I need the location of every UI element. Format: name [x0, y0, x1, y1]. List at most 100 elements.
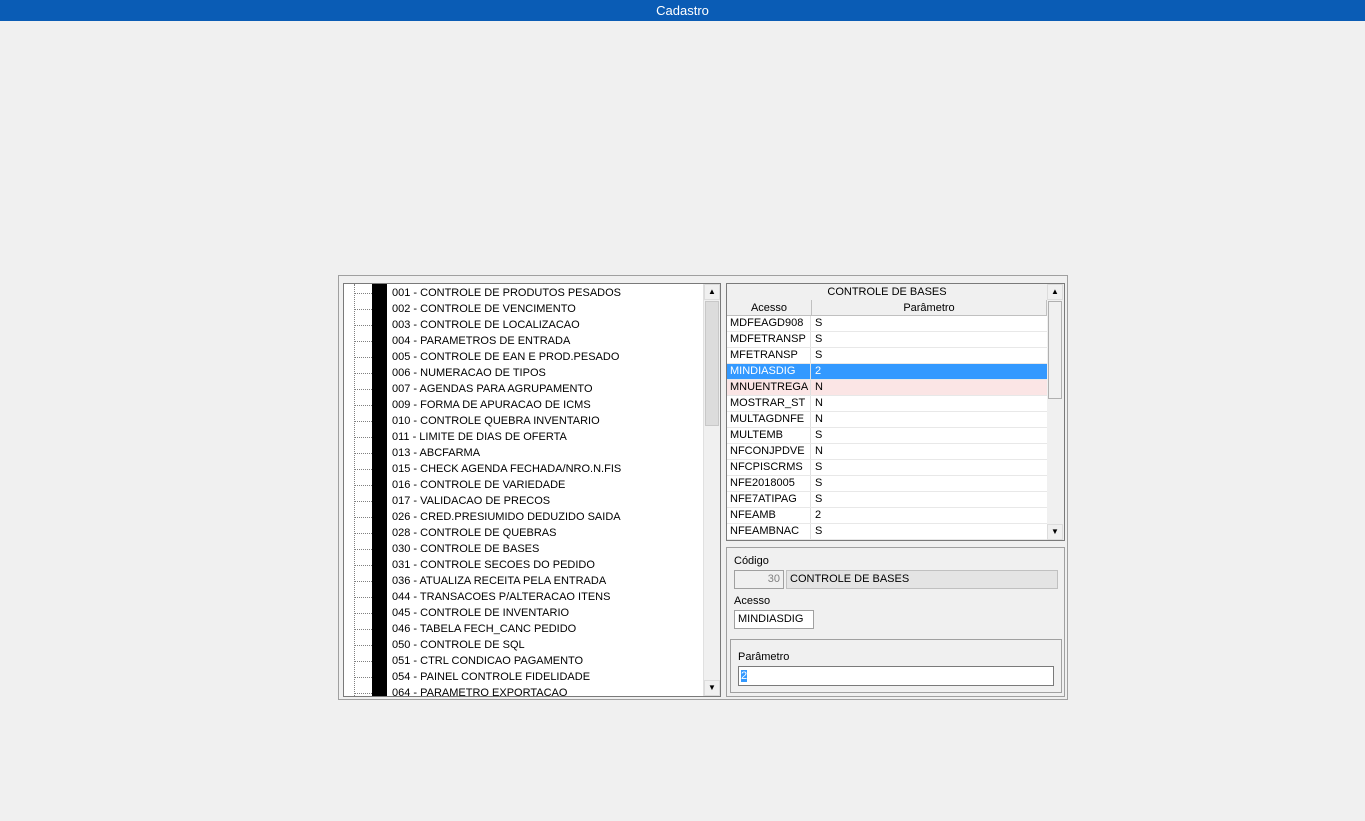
- cell-parametro: S: [815, 493, 823, 505]
- tree-item-label: 005 - CONTROLE DE EAN E PROD.PESADO: [392, 351, 620, 363]
- tree-item[interactable]: 036 - ATUALIZA RECEITA PELA ENTRADA: [344, 573, 704, 589]
- tree-connector: [354, 565, 372, 566]
- tree-item-label: 003 - CONTROLE DE LOCALIZACAO: [392, 319, 580, 331]
- tree-scrollbar[interactable]: ▲ ▼: [703, 284, 720, 696]
- tree-item[interactable]: 007 - AGENDAS PARA AGRUPAMENTO: [344, 381, 704, 397]
- arrow-down-icon: ▼: [708, 683, 716, 692]
- grid-row[interactable]: MINDIASDIG 2: [727, 364, 1047, 380]
- cell-acesso: MFETRANSP: [730, 348, 811, 363]
- cell-acesso: MDFETRANSP: [730, 332, 811, 347]
- cell-parametro: 2: [815, 509, 822, 521]
- cell-acesso: MULTEMB: [730, 428, 811, 443]
- grid-row[interactable]: MFETRANSP S: [727, 348, 1047, 364]
- tree-connector: [354, 293, 372, 294]
- tree-item[interactable]: 031 - CONTROLE SECOES DO PEDIDO: [344, 557, 704, 573]
- tree-connector: [354, 357, 372, 358]
- cell-acesso: NFCONJPDVE: [730, 444, 811, 459]
- tree-item[interactable]: 051 - CTRL CONDICAO PAGAMENTO: [344, 653, 704, 669]
- tree-connector: [354, 629, 372, 630]
- tree-connector: [354, 549, 372, 550]
- tree-scroll-up-button[interactable]: ▲: [704, 284, 720, 300]
- grid-row[interactable]: NFCPISCRMS S: [727, 460, 1047, 476]
- grid-scroll-down-button[interactable]: ▼: [1047, 524, 1063, 540]
- grid-row[interactable]: NFE2018005 S: [727, 476, 1047, 492]
- grid-row[interactable]: NFEAMB 2: [727, 508, 1047, 524]
- cell-parametro: S: [815, 477, 823, 489]
- tree-item-label: 054 - PAINEL CONTROLE FIDELIDADE: [392, 671, 591, 683]
- grid-scroll-up-button[interactable]: ▲: [1047, 284, 1063, 300]
- grid-row[interactable]: MULTEMB S: [727, 428, 1047, 444]
- tree-item[interactable]: 026 - CRED.PRESIUMIDO DEDUZIDO SAIDA: [344, 509, 704, 525]
- tree-item[interactable]: 016 - CONTROLE DE VARIEDADE: [344, 477, 704, 493]
- tree-item-label: 030 - CONTROLE DE BASES: [392, 543, 540, 555]
- grid-row[interactable]: NFE7ATIPAG S: [727, 492, 1047, 508]
- acesso-label: Acesso: [734, 595, 771, 607]
- cell-parametro: S: [815, 461, 823, 473]
- tree-item[interactable]: 001 - CONTROLE DE PRODUTOS PESADOS: [344, 285, 704, 301]
- tree-item[interactable]: 013 - ABCFARMA: [344, 445, 704, 461]
- codigo-label: Código: [734, 555, 769, 567]
- tree-connector: [354, 453, 372, 454]
- tree-item-label: 028 - CONTROLE DE QUEBRAS: [392, 527, 557, 539]
- tree-item[interactable]: 002 - CONTROLE DE VENCIMENTO: [344, 301, 704, 317]
- tree-item-label: 006 - NUMERACAO DE TIPOS: [392, 367, 546, 379]
- tree-item-label: 051 - CTRL CONDICAO PAGAMENTO: [392, 655, 584, 667]
- tree-scroll-down-button[interactable]: ▼: [704, 680, 720, 696]
- tree-item-label: 016 - CONTROLE DE VARIEDADE: [392, 479, 566, 491]
- cell-parametro: N: [815, 397, 823, 409]
- grid-row[interactable]: MNUENTREGA N: [727, 380, 1047, 396]
- tree-item[interactable]: 054 - PAINEL CONTROLE FIDELIDADE: [344, 669, 704, 685]
- arrow-down-icon: ▼: [1051, 527, 1059, 536]
- tree-item[interactable]: 006 - NUMERACAO DE TIPOS: [344, 365, 704, 381]
- grid-row[interactable]: NFEAMBNAC S: [727, 524, 1047, 540]
- tree-item[interactable]: 050 - CONTROLE DE SQL: [344, 637, 704, 653]
- tree-item[interactable]: 004 - PARAMETROS DE ENTRADA: [344, 333, 704, 349]
- tree-connector: [354, 677, 372, 678]
- grid-row[interactable]: NFCONJPDVE N: [727, 444, 1047, 460]
- grid-scroll-thumb[interactable]: [1048, 301, 1062, 399]
- tree-item[interactable]: 005 - CONTROLE DE EAN E PROD.PESADO: [344, 349, 704, 365]
- tree-connector: [354, 517, 372, 518]
- grid-scrollbar[interactable]: ▲ ▼: [1047, 284, 1064, 540]
- column-header-parametro[interactable]: Parâmetro: [812, 300, 1047, 316]
- cell-parametro: N: [815, 445, 823, 457]
- parametro-field[interactable]: 2: [738, 666, 1054, 686]
- cell-parametro: S: [815, 333, 823, 345]
- cell-parametro: 2: [815, 365, 822, 377]
- tree-item-label: 026 - CRED.PRESIUMIDO DEDUZIDO SAIDA: [392, 511, 621, 523]
- tree-item-label: 036 - ATUALIZA RECEITA PELA ENTRADA: [392, 575, 607, 587]
- cell-acesso: NFCPISCRMS: [730, 460, 811, 475]
- tree-item[interactable]: 045 - CONTROLE DE INVENTARIO: [344, 605, 704, 621]
- grid-row[interactable]: MOSTRAR_ST N: [727, 396, 1047, 412]
- cell-acesso: MINDIASDIG: [730, 364, 811, 379]
- tree-item[interactable]: 028 - CONTROLE DE QUEBRAS: [344, 525, 704, 541]
- tree-item[interactable]: 011 - LIMITE DE DIAS DE OFERTA: [344, 429, 704, 445]
- tree-item[interactable]: 044 - TRANSACOES P/ALTERACAO ITENS: [344, 589, 704, 605]
- tree-item[interactable]: 003 - CONTROLE DE LOCALIZACAO: [344, 317, 704, 333]
- cell-parametro: S: [815, 317, 823, 329]
- column-header-acesso[interactable]: Acesso: [727, 300, 812, 316]
- tree-connector: [354, 581, 372, 582]
- tree-scroll-thumb[interactable]: [705, 301, 719, 426]
- grid-row[interactable]: MDFETRANSP S: [727, 332, 1047, 348]
- tree-item[interactable]: 017 - VALIDACAO DE PRECOS: [344, 493, 704, 509]
- tree-connector: [354, 501, 372, 502]
- tree-item-label: 050 - CONTROLE DE SQL: [392, 639, 525, 651]
- tree-connector: [354, 485, 372, 486]
- cell-acesso: NFEAMB: [730, 508, 811, 523]
- tree-item[interactable]: 030 - CONTROLE DE BASES: [344, 541, 704, 557]
- cell-parametro: N: [815, 381, 823, 393]
- tree-item[interactable]: 010 - CONTROLE QUEBRA INVENTARIO: [344, 413, 704, 429]
- tree-item[interactable]: 046 - TABELA FECH_CANC PEDIDO: [344, 621, 704, 637]
- grid-row[interactable]: MULTAGDNFE N: [727, 412, 1047, 428]
- acesso-field[interactable]: MINDIASDIG: [734, 610, 814, 629]
- cell-acesso: NFE2018005: [730, 476, 811, 491]
- tree-item[interactable]: 015 - CHECK AGENDA FECHADA/NRO.N.FIS: [344, 461, 704, 477]
- tree-item[interactable]: 009 - FORMA DE APURACAO DE ICMS: [344, 397, 704, 413]
- grid-row[interactable]: MDFEAGD908 S: [727, 316, 1047, 332]
- tree-item[interactable]: 064 - PARAMETRO EXPORTACAO: [344, 685, 704, 697]
- cell-parametro: S: [815, 525, 823, 537]
- tree-item-label: 064 - PARAMETRO EXPORTACAO: [392, 687, 568, 697]
- cell-acesso: MULTAGDNFE: [730, 412, 811, 427]
- window-title: Cadastro: [656, 3, 709, 18]
